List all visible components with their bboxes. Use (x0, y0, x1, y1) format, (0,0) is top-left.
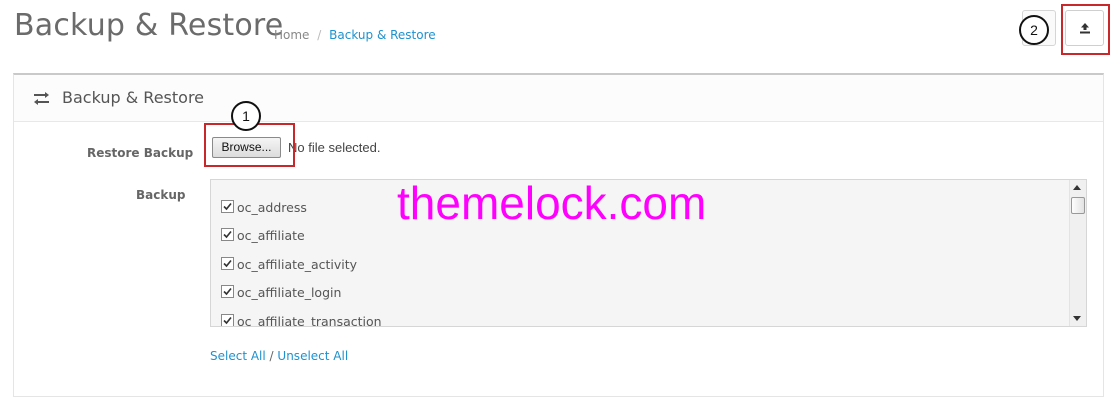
list-item[interactable]: oc_affiliate_login (221, 285, 341, 305)
table-name: oc_affiliate_transaction (237, 314, 382, 327)
unselect-all-link[interactable]: Unselect All (277, 349, 348, 363)
list-item[interactable]: oc_affiliate (221, 228, 305, 248)
checkbox[interactable] (221, 200, 234, 213)
select-divider: / (269, 349, 274, 363)
check-icon (223, 259, 232, 268)
exchange-icon (34, 92, 49, 105)
file-status-text: No file selected. (288, 140, 381, 155)
table-name: oc_affiliate (237, 228, 305, 243)
scroll-down-arrow-icon[interactable] (1073, 316, 1081, 321)
scroll-thumb[interactable] (1071, 197, 1085, 214)
table-name: oc_address (237, 200, 307, 215)
scroll-up-arrow-icon[interactable] (1073, 185, 1081, 190)
breadcrumb-separator: / (317, 28, 322, 42)
watermark-text: themelock.com (397, 177, 707, 229)
list-item[interactable]: oc_affiliate_activity (221, 257, 357, 277)
checkbox[interactable] (221, 228, 234, 241)
select-links: Select All / Unselect All (210, 349, 348, 363)
checkbox[interactable] (221, 314, 234, 326)
checkbox[interactable] (221, 285, 234, 298)
callout-1: 1 (231, 101, 261, 131)
restore-button-highlight (1061, 4, 1110, 55)
restore-backup-label: Restore Backup (87, 146, 194, 160)
panel-heading: Backup & Restore (14, 75, 1103, 122)
check-icon (223, 202, 232, 211)
table-name: oc_affiliate_login (237, 285, 342, 300)
breadcrumb-home-link[interactable]: Home (274, 28, 309, 42)
check-icon (223, 316, 232, 325)
list-item[interactable]: oc_address (221, 200, 307, 220)
list-scrollbar[interactable] (1069, 180, 1086, 326)
callout-2: 2 (1019, 15, 1049, 45)
check-icon (223, 230, 232, 239)
page-title: Backup & Restore (14, 8, 284, 43)
select-all-link[interactable]: Select All (210, 349, 266, 363)
breadcrumb: Home / Backup & Restore (274, 28, 436, 42)
backup-label: Backup (136, 188, 186, 202)
panel-title: Backup & Restore (62, 88, 205, 107)
page-header: Backup & Restore Home / Backup & Restore… (0, 0, 1120, 72)
table-name: oc_affiliate_activity (237, 257, 358, 272)
checkbox[interactable] (221, 257, 234, 270)
list-item[interactable]: oc_affiliate_transaction (221, 314, 382, 327)
breadcrumb-current-link[interactable]: Backup & Restore (329, 28, 436, 42)
check-icon (223, 287, 232, 296)
